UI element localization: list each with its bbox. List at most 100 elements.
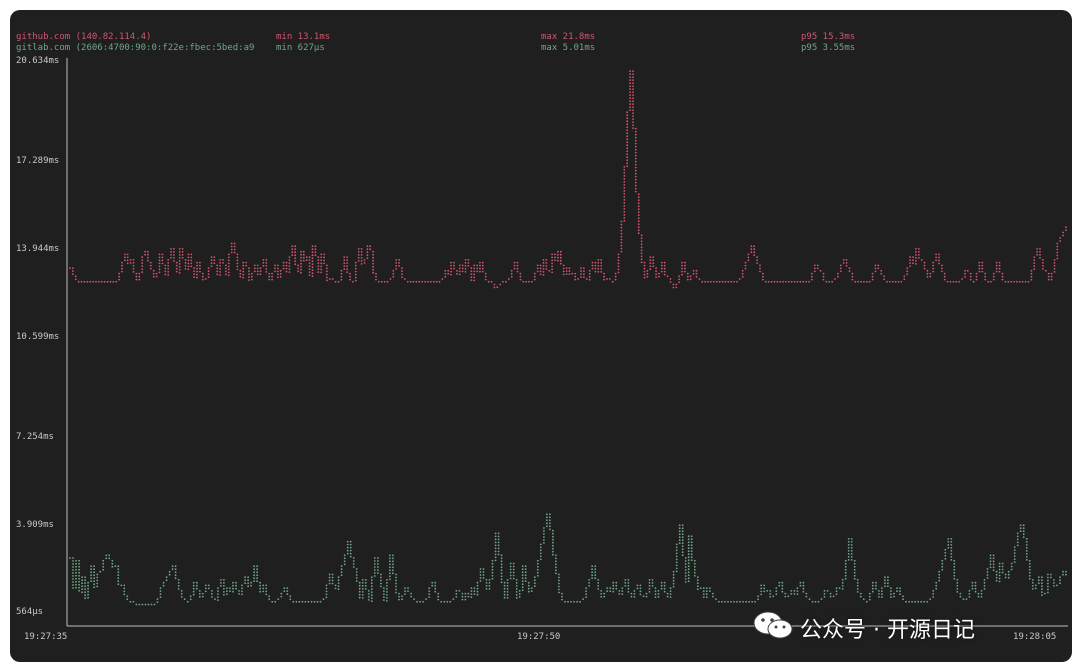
data-point [340, 571, 343, 574]
data-point [354, 264, 357, 267]
data-point [253, 568, 256, 571]
data-point [624, 582, 627, 584]
data-point [696, 585, 699, 588]
data-point [190, 253, 193, 256]
data-point [690, 556, 693, 559]
data-point [346, 262, 348, 264]
data-point [95, 280, 97, 283]
data-point [268, 598, 271, 601]
data-point [265, 262, 268, 264]
data-point [413, 598, 415, 600]
data-point [253, 267, 256, 270]
data-point [476, 584, 479, 587]
data-point [349, 549, 352, 552]
data-point [432, 280, 435, 283]
data-point [935, 256, 937, 259]
data-point [78, 574, 80, 577]
data-point [337, 582, 340, 585]
data-point [637, 211, 640, 214]
data-point [637, 199, 640, 202]
data-point [500, 575, 503, 578]
data-point [811, 275, 813, 278]
data-point [1001, 571, 1004, 574]
data-point [162, 581, 165, 584]
data-point [1030, 269, 1033, 272]
data-point [675, 570, 678, 573]
data-point [294, 263, 297, 266]
data-point [612, 581, 615, 584]
data-point [307, 600, 310, 603]
data-point [623, 214, 626, 216]
data-point [887, 582, 889, 585]
data-point [542, 271, 545, 273]
data-point [663, 264, 666, 267]
data-point [834, 278, 836, 280]
data-point [300, 253, 302, 256]
data-point [634, 127, 637, 130]
data-point [183, 598, 186, 600]
data-point [207, 273, 210, 275]
data-point [219, 259, 222, 261]
data-point [856, 582, 859, 584]
data-point [775, 587, 778, 589]
data-point [358, 596, 361, 599]
data-point [456, 269, 458, 272]
data-point [343, 256, 346, 258]
data-point [657, 593, 660, 595]
data-point [643, 273, 646, 276]
data-point [626, 150, 629, 153]
data-point [632, 82, 634, 84]
data-point [295, 600, 298, 603]
data-point [308, 274, 311, 276]
data-point [629, 100, 631, 102]
data-point [217, 599, 219, 601]
data-point [223, 582, 225, 584]
data-point [481, 261, 484, 264]
data-point [311, 245, 314, 248]
data-point [521, 568, 524, 571]
data-point [623, 196, 626, 198]
data-point [259, 270, 262, 272]
data-point [235, 581, 237, 584]
data-point [115, 280, 118, 283]
data-point [675, 567, 678, 570]
data-point [308, 256, 311, 258]
data-point [354, 267, 357, 270]
data-point [509, 565, 512, 568]
data-point [1022, 533, 1025, 536]
data-point [663, 584, 666, 587]
data-point [941, 568, 944, 571]
data-point [623, 181, 626, 183]
data-point [87, 593, 89, 596]
data-point [485, 579, 488, 581]
data-point [343, 557, 346, 560]
data-point [531, 280, 533, 283]
data-point [222, 259, 224, 261]
data-point [323, 256, 325, 259]
data-point [634, 163, 637, 166]
data-point [747, 256, 750, 259]
data-point [389, 278, 392, 280]
data-point [491, 568, 494, 571]
data-point [1028, 565, 1031, 568]
data-point [458, 590, 461, 592]
data-point [989, 554, 992, 557]
data-point [687, 562, 690, 565]
data-point [340, 275, 343, 278]
data-point [167, 262, 170, 264]
data-point [515, 588, 518, 590]
data-point [912, 262, 914, 264]
data-point [660, 264, 663, 267]
data-point [887, 576, 889, 579]
data-point [500, 566, 503, 569]
data-point [186, 600, 189, 603]
data-point [247, 576, 250, 579]
data-point [93, 571, 95, 574]
data-point [392, 557, 394, 560]
data-point [72, 569, 74, 571]
data-point [634, 160, 637, 163]
data-point [649, 268, 652, 270]
data-point [434, 587, 437, 590]
data-point [247, 585, 250, 588]
data-point [546, 516, 548, 519]
